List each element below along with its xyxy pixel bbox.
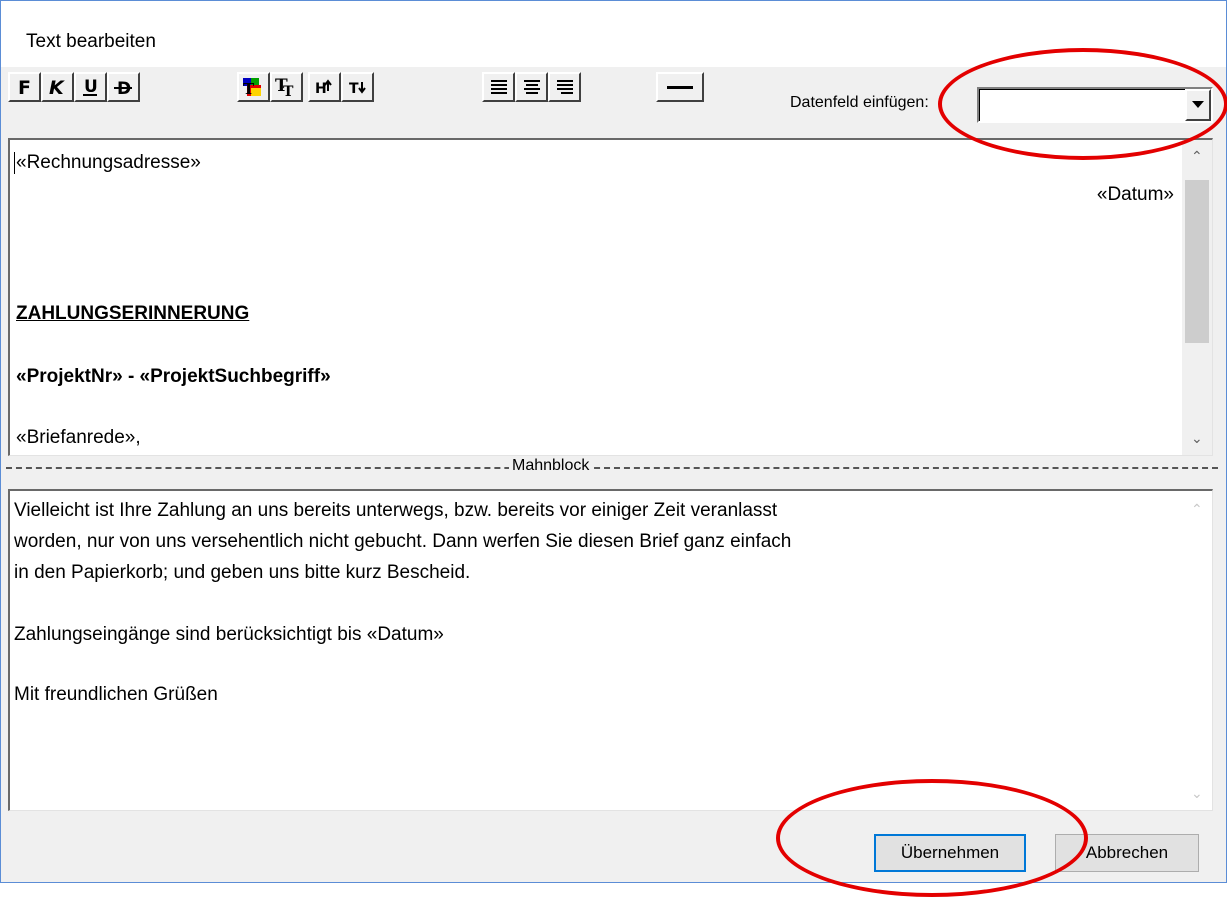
strikethrough-button[interactable]: D <box>107 72 140 102</box>
italic-icon: K <box>49 77 65 97</box>
dialog-window: Text bearbeiten F K U D T TT H T Datenfe… <box>0 0 1227 897</box>
horizontal-line-icon <box>667 86 693 89</box>
scroll-down-icon[interactable]: ⌄ <box>1191 430 1203 447</box>
section-divider <box>6 467 1218 469</box>
scroll-thumb[interactable] <box>1185 180 1209 343</box>
svg-text:T: T <box>349 81 359 97</box>
editor-line: «ProjektNr» - «ProjektSuchbegriff» <box>16 366 331 387</box>
divider-label: Mahnblock <box>509 457 593 475</box>
bold-icon: F <box>18 77 31 97</box>
strikethrough-icon: D <box>113 79 132 97</box>
reminder-block-editor[interactable]: Vielleicht ist Ihre Zahlung an uns berei… <box>8 489 1213 811</box>
svg-text:F: F <box>18 77 31 97</box>
subscript-icon: T <box>349 81 366 97</box>
underline-button[interactable]: U <box>74 72 107 102</box>
font-icon: TT <box>275 76 294 98</box>
editor-line: «Datum» <box>1096 184 1174 205</box>
svg-text:T: T <box>243 80 255 98</box>
text-color-button[interactable]: T <box>237 72 270 102</box>
editor-line: worden, nur von uns versehentlich nicht … <box>14 531 792 552</box>
subscript-button[interactable]: T <box>341 72 374 102</box>
letter-header-editor[interactable]: «Rechnungsadresse» «Datum» ZAHLUNGSERINN… <box>8 138 1213 456</box>
datafield-label: Datenfeld einfügen: <box>790 94 929 111</box>
align-right-button[interactable] <box>548 72 581 102</box>
highlight-ring-datafield <box>938 48 1227 160</box>
scroll-down-icon[interactable]: ⌄ <box>1191 785 1203 802</box>
align-center-icon <box>523 80 540 94</box>
editor-line: «Briefanrede», <box>16 427 141 448</box>
text-cursor <box>14 152 15 174</box>
underline-icon: U <box>82 77 97 97</box>
superscript-button[interactable]: H <box>308 72 341 102</box>
scroll-up-icon[interactable]: ⌃ <box>1191 148 1203 165</box>
cancel-button-label: Abbrechen <box>1085 843 1169 862</box>
editor-line: Mit freundlichen Grüßen <box>14 684 218 705</box>
italic-button[interactable]: K <box>41 72 74 102</box>
highlight-ring-apply <box>776 779 1088 897</box>
scroll-up-icon[interactable]: ⌃ <box>1191 501 1203 518</box>
svg-text:T: T <box>283 84 294 98</box>
vertical-scrollbar[interactable]: ⌃ ⌄ <box>1182 491 1212 810</box>
superscript-icon: H <box>315 79 332 97</box>
editor-line: «Rechnungsadresse» <box>16 152 201 173</box>
editor-line: Zahlungseingänge sind berücksichtigt bis… <box>14 624 444 645</box>
dialog-title: Text bearbeiten <box>26 31 156 52</box>
editor-line: Vielleicht ist Ihre Zahlung an uns berei… <box>14 500 778 521</box>
vertical-scrollbar[interactable]: ⌃ ⌄ <box>1182 140 1212 455</box>
font-button[interactable]: TT <box>270 72 303 102</box>
text-color-icon: T <box>242 78 261 98</box>
svg-text:K: K <box>49 77 65 97</box>
align-left-icon <box>490 80 507 94</box>
bold-button[interactable]: F <box>8 72 41 102</box>
editor-line: in den Papierkorb; und geben uns bitte k… <box>14 562 471 583</box>
align-center-button[interactable] <box>515 72 548 102</box>
editor-line: ZAHLUNGSERINNERUNG <box>16 303 250 324</box>
align-right-icon <box>556 80 573 94</box>
horizontal-line-button[interactable] <box>656 72 704 102</box>
align-left-button[interactable] <box>482 72 515 102</box>
